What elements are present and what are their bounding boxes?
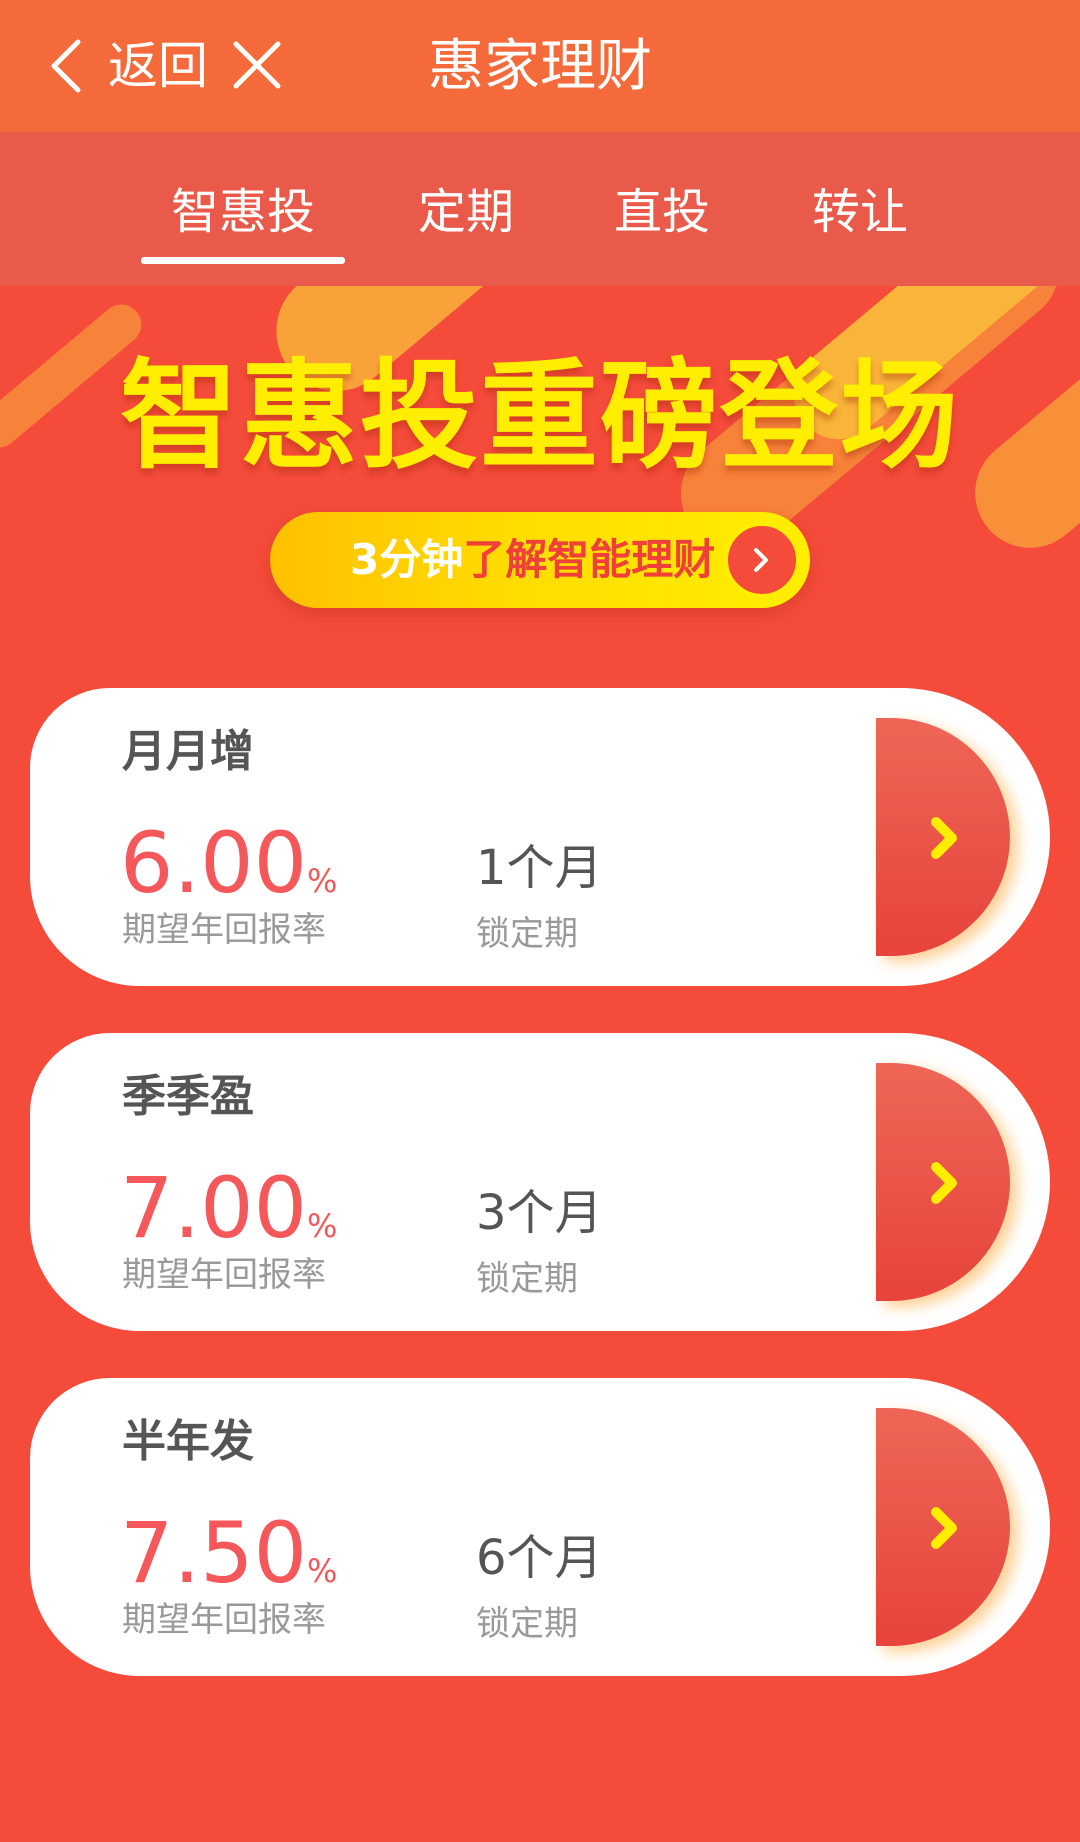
lock-term: 6个月 xyxy=(476,1530,603,1586)
term-label: 锁定期 xyxy=(476,1259,578,1299)
product-go-button[interactable] xyxy=(876,718,1010,956)
tab-zhitou[interactable]: 直投 xyxy=(596,172,728,252)
product-go-button[interactable] xyxy=(876,1063,1010,1301)
page-title: 惠家理财 xyxy=(428,34,652,99)
promo-banner[interactable]: 智惠投重磅登场 3分钟了解智能理财 xyxy=(0,286,1080,676)
banner-headline: 智惠投重磅登场 xyxy=(119,347,960,485)
tab-dingqi[interactable]: 定期 xyxy=(400,172,532,252)
learn-more-label: 3分钟了解智能理财 xyxy=(350,535,716,584)
term-label: 锁定期 xyxy=(476,914,578,954)
rate-label: 期望年回报率 xyxy=(122,1600,326,1640)
tab-zhihuitou[interactable]: 智惠投 xyxy=(141,172,345,252)
product-card[interactable]: 季季盈 7.00% 期望年回报率 3个月 锁定期 xyxy=(30,1033,1050,1331)
learn-more-button[interactable]: 3分钟了解智能理财 xyxy=(270,512,810,608)
lock-term: 3个月 xyxy=(476,1185,603,1241)
top-bar: 返回 惠家理财 xyxy=(0,0,1080,132)
product-go-button[interactable] xyxy=(876,1408,1010,1646)
term-label: 锁定期 xyxy=(476,1604,578,1644)
product-name: 月月增 xyxy=(122,726,254,777)
product-name: 季季盈 xyxy=(122,1071,254,1122)
product-card[interactable]: 半年发 7.50% 期望年回报率 6个月 锁定期 xyxy=(30,1378,1050,1676)
chevron-right-icon xyxy=(931,1162,957,1204)
chevron-right-icon xyxy=(931,817,957,859)
lock-term: 1个月 xyxy=(476,840,603,896)
rate-label: 期望年回报率 xyxy=(122,910,326,950)
pill-arrow-button[interactable] xyxy=(724,522,800,598)
chevron-right-icon xyxy=(931,1507,957,1549)
active-tab-indicator xyxy=(141,257,345,264)
chevron-right-icon xyxy=(754,548,768,572)
product-name: 半年发 xyxy=(122,1416,254,1467)
product-card[interactable]: 月月增 6.00% 期望年回报率 1个月 锁定期 xyxy=(30,688,1050,986)
tab-zhuanrang[interactable]: 转让 xyxy=(794,172,926,252)
rate-label: 期望年回报率 xyxy=(122,1255,326,1295)
